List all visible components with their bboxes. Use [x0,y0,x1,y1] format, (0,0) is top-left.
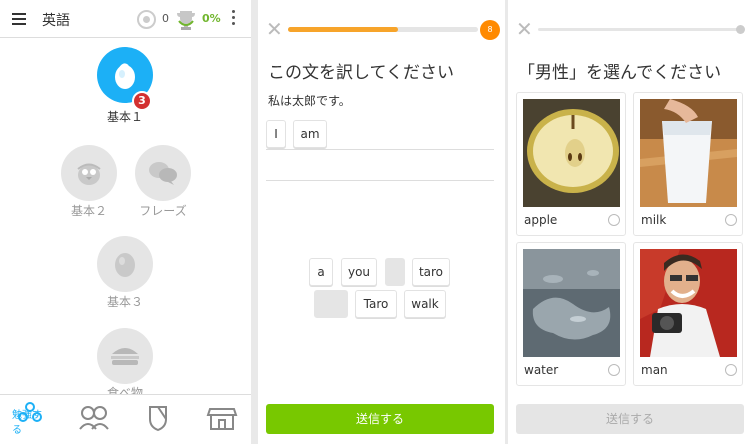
skill-food[interactable] [97,328,153,384]
skill-label: 基本１ [106,110,143,124]
answer-line [266,149,494,150]
skill-label: 基本３ [106,295,143,309]
word-bank-slot-used [314,290,348,318]
trophy-icon[interactable] [176,9,196,31]
option-radio[interactable] [608,214,620,226]
egg-icon [115,63,135,89]
progress-bar [288,27,478,32]
speech-bubbles-icon [149,162,177,185]
close-icon[interactable]: ✕ [516,19,533,39]
answer-word-chip[interactable]: I [266,120,286,148]
progress-end-dot [736,25,745,34]
word-bank-chip[interactable]: a [309,258,333,286]
submit-button[interactable]: 送信する [266,404,494,434]
submit-button[interactable]: 送信する [516,404,744,434]
word-bank-chip[interactable]: walk [404,290,446,318]
shop-icon [206,408,238,430]
skill-label: フレーズ [139,204,187,218]
option-card-man[interactable]: man [633,242,743,386]
burger-icon [111,348,139,365]
milk-image [640,99,737,207]
nav-shop[interactable] [202,401,242,441]
apple-image [523,99,620,207]
question-title: 「男性」を選んでください [518,63,722,83]
streak-badge: 8 [480,20,500,40]
option-radio[interactable] [725,214,737,226]
answer-line [266,180,494,181]
word-bank-chip[interactable]: Taro [355,290,397,318]
more-options-icon[interactable] [232,10,236,26]
word-bank-chip[interactable]: taro [412,258,450,286]
progress-percent: 0% [202,12,221,25]
menu-icon[interactable] [12,13,26,25]
skill-basics-2[interactable] [61,145,117,201]
option-label: milk [641,213,667,227]
skill-basics-3[interactable] [97,236,153,292]
option-card-milk[interactable]: milk [633,92,743,236]
translate-exercise-screen: ✕ 8 この文を訳してください 私は太郎です。 I am a you taro … [258,0,505,444]
option-label: man [641,363,668,377]
egg-icon [115,253,135,277]
friends-icon [79,406,109,430]
bottom-navigation: 勉強する [0,394,251,444]
progress-fill [288,27,399,32]
nav-learn[interactable]: 勉強する [10,401,50,441]
skill-phrases[interactable] [135,145,191,201]
streak-icon[interactable] [137,10,156,29]
nav-shield[interactable] [138,401,178,441]
top-bar: 英語 0 0% [0,0,251,38]
option-card-water[interactable]: water [516,242,626,386]
nav-learn-label: 勉強する [12,410,42,436]
nav-friends[interactable] [74,401,114,441]
answer-word-chip[interactable]: am [293,120,327,148]
word-bank-chip[interactable]: you [341,258,377,286]
option-radio[interactable] [608,364,620,376]
select-image-exercise-screen: ✕ 「男性」を選んでください apple milk water man 送信する [508,0,756,444]
skill-label: 基本２ [70,204,107,218]
source-sentence: 私は太郎です。 [268,94,351,108]
option-label: apple [524,213,558,227]
streak-count: 0 [162,12,169,25]
word-bank-slot-used [385,258,405,286]
progress-bar [538,28,742,31]
water-image [523,249,620,357]
man-image [640,249,737,357]
skill-tree-screen: 英語 0 0% 3 基本１ 基本２ フレーズ 基本３ 食べ物 勉強する [0,0,251,444]
language-title: 英語 [42,13,70,29]
close-icon[interactable]: ✕ [266,19,283,39]
chick-icon [77,163,101,185]
shield-icon [149,406,167,432]
option-card-apple[interactable]: apple [516,92,626,236]
option-radio[interactable] [725,364,737,376]
option-label: water [524,363,559,377]
question-title: この文を訳してください [268,63,454,83]
